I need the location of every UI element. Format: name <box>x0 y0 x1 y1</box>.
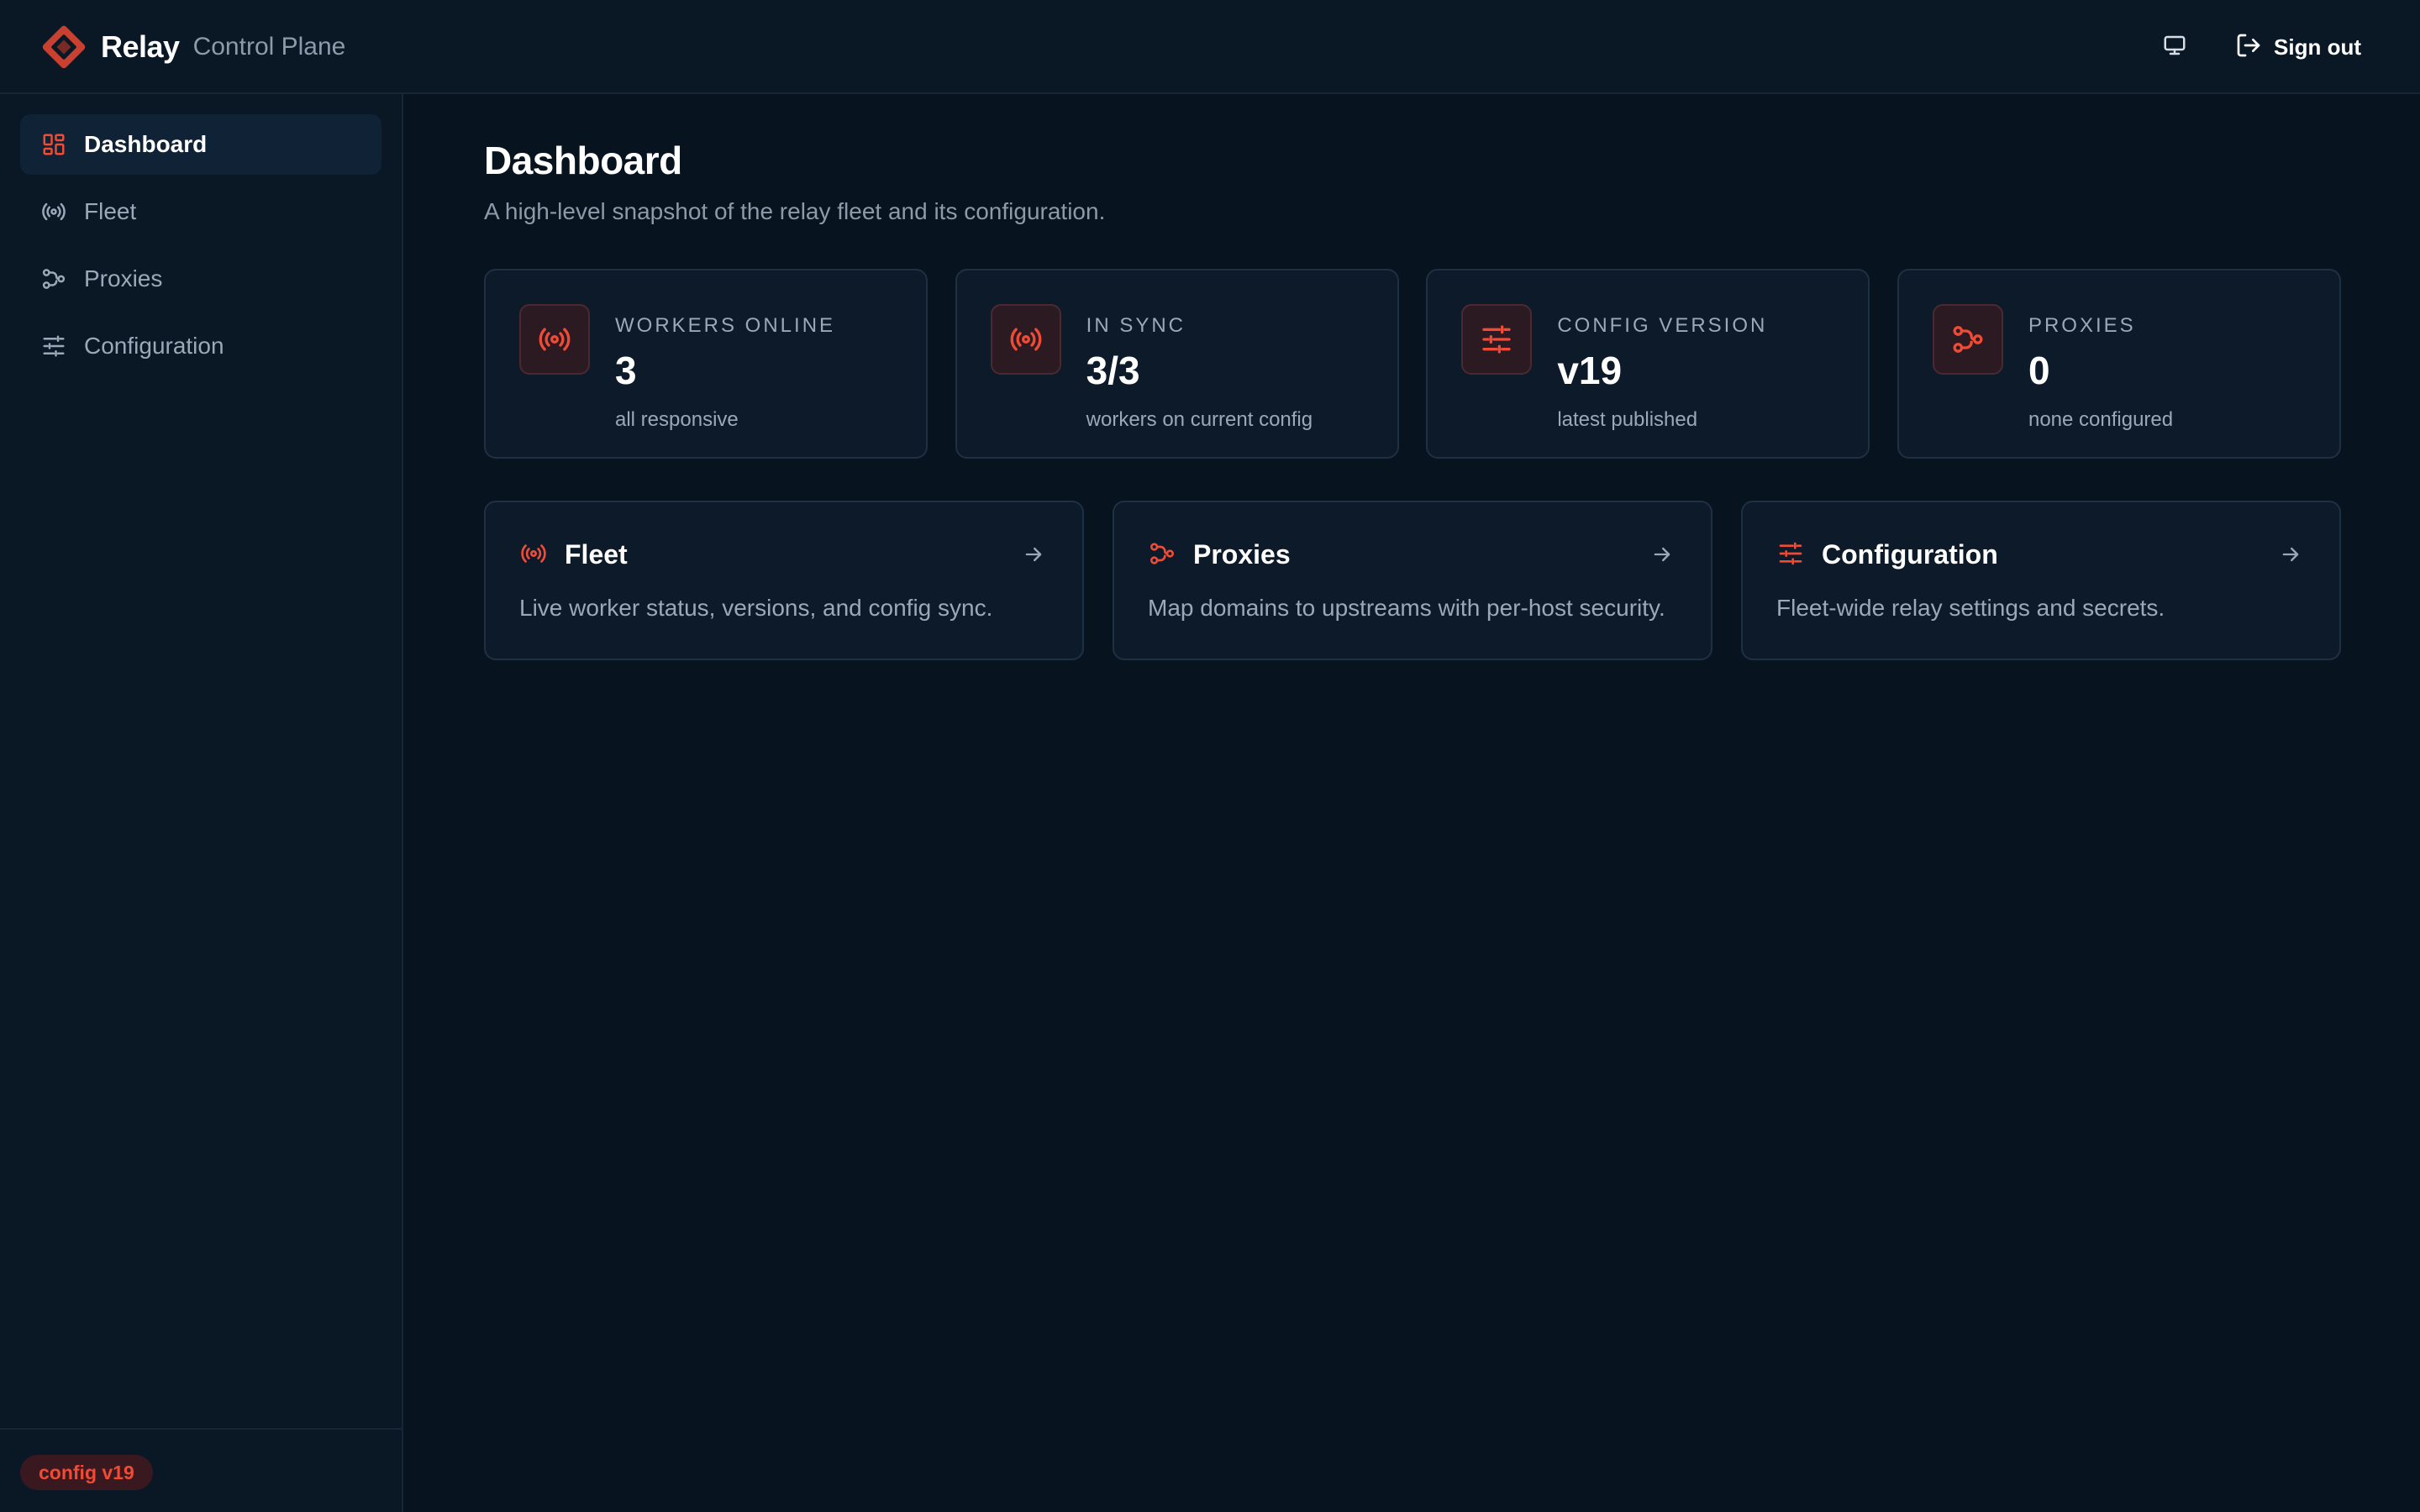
stat-value: v19 <box>1557 349 1623 392</box>
sign-out-label: Sign out <box>2274 34 2361 60</box>
display-mode-button[interactable] <box>2153 25 2196 69</box>
share-nodes-icon <box>40 265 67 292</box>
page-subtitle: A high-level snapshot of the relay fleet… <box>484 198 1106 224</box>
sidebar-item-configuration[interactable]: Configuration <box>20 316 381 376</box>
link-card-title: Proxies <box>1193 539 1291 570</box>
relay-logo-icon <box>39 22 89 72</box>
stat-card-in-sync: In sync 3/3 workers on current config <box>955 269 1399 459</box>
stat-note: all responsive <box>615 408 739 431</box>
stat-card-proxies: Proxies 0 none configured <box>1897 269 2341 459</box>
log-out-icon <box>2235 32 2262 63</box>
link-card-description: Fleet-wide relay settings and secrets. <box>1776 595 2165 621</box>
sidebar-item-label: Configuration <box>84 333 224 359</box>
sliders-icon <box>40 333 67 360</box>
sidebar-item-dashboard[interactable]: Dashboard <box>20 114 381 175</box>
sidebar-item-label: Proxies <box>84 265 163 291</box>
broadcast-icon <box>519 304 590 375</box>
sliders-icon <box>1461 304 1533 375</box>
stat-value: 0 <box>2028 349 2050 392</box>
share-nodes-icon <box>1932 304 2003 375</box>
stat-card-config-version: Config version v19 latest published <box>1426 269 1870 459</box>
sign-out-button[interactable]: Sign out <box>2235 32 2361 63</box>
link-card-configuration[interactable]: Configuration Fleet-wide relay settings … <box>1741 501 2341 660</box>
sidebar-nav: Dashboard Fleet Proxies Configuration <box>20 114 381 383</box>
top-bar: Relay Control Plane Sign out <box>0 0 2420 94</box>
sidebar-item-label: Dashboard <box>84 131 208 157</box>
broadcast-icon <box>519 539 548 568</box>
arrow-right-icon <box>1020 541 1047 568</box>
stat-label: Config version <box>1557 314 1768 337</box>
stat-note: workers on current config <box>1086 408 1313 431</box>
link-card-proxies[interactable]: Proxies Map domains to upstreams with pe… <box>1113 501 1712 660</box>
page-title: Dashboard <box>484 139 682 182</box>
stat-note: none configured <box>2028 408 2174 431</box>
stat-label: Workers online <box>615 314 836 337</box>
brand-subtitle: Control Plane <box>192 33 346 60</box>
link-card-fleet[interactable]: Fleet Live worker status, versions, and … <box>484 501 1084 660</box>
config-version-badge: config v19 <box>20 1455 153 1490</box>
brand-name: Relay <box>101 29 180 64</box>
sidebar-item-fleet[interactable]: Fleet <box>20 181 381 242</box>
broadcast-icon <box>40 198 67 225</box>
sidebar-item-label: Fleet <box>84 198 137 224</box>
stat-value: 3/3 <box>1086 349 1140 392</box>
dashboard-grid-icon <box>40 131 67 158</box>
arrow-right-icon <box>1649 541 1676 568</box>
arrow-right-icon <box>2277 541 2304 568</box>
sidebar: Dashboard Fleet Proxies Configuration co… <box>0 94 403 1512</box>
quick-links: Fleet Live worker status, versions, and … <box>484 501 2341 660</box>
sidebar-item-proxies[interactable]: Proxies <box>20 249 381 309</box>
share-nodes-icon <box>1148 539 1176 568</box>
link-card-title: Configuration <box>1822 539 1998 570</box>
monitor-icon <box>2162 33 2187 62</box>
stat-card-workers-online: Workers online 3 all responsive <box>484 269 928 459</box>
stat-label: Proxies <box>2028 314 2136 337</box>
stat-label: In sync <box>1086 314 1186 337</box>
link-card-description: Live worker status, versions, and config… <box>519 595 993 621</box>
link-card-description: Map domains to upstreams with per-host s… <box>1148 595 1665 621</box>
link-card-title: Fleet <box>565 539 628 570</box>
stat-note: latest published <box>1557 408 1698 431</box>
brand[interactable]: Relay Control Plane <box>39 22 345 72</box>
stat-value: 3 <box>615 349 637 392</box>
sliders-icon <box>1776 539 1805 568</box>
stats-row: Workers online 3 all responsive In sync … <box>484 269 2341 459</box>
broadcast-icon <box>990 304 1061 375</box>
sidebar-footer: config v19 <box>0 1428 402 1512</box>
